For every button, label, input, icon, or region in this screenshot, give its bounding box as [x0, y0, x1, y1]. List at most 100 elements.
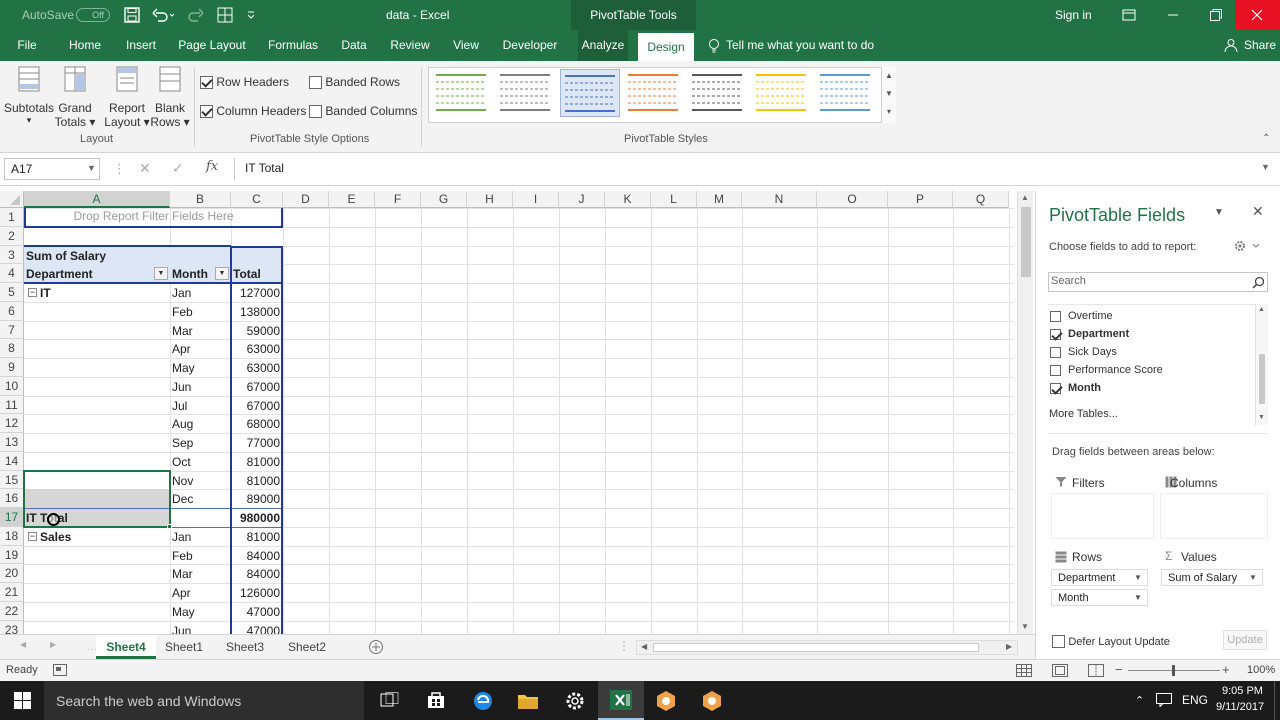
- pivot-style-thumbnail[interactable]: [624, 69, 684, 117]
- tab-data[interactable]: Data: [338, 30, 370, 61]
- confirm-entry-icon[interactable]: ✓: [172, 160, 184, 177]
- gallery-scroll[interactable]: ▲ ▼ ▾: [881, 67, 896, 123]
- prev-sheet-icon[interactable]: ◀: [20, 640, 26, 649]
- normal-view-icon[interactable]: [1016, 664, 1032, 677]
- tab-analyze[interactable]: Analyze: [578, 30, 628, 61]
- pivot-row-value[interactable]: 89000: [231, 490, 283, 509]
- tab-split-icon[interactable]: ⋮: [618, 639, 630, 653]
- edge-browser-icon[interactable]: [472, 690, 494, 712]
- banded-rows-check[interactable]: [309, 76, 322, 90]
- close-window-button[interactable]: [1235, 0, 1280, 30]
- column-header-a[interactable]: A: [24, 191, 170, 208]
- update-button[interactable]: Update: [1223, 630, 1267, 650]
- show-hidden-icons[interactable]: ⌃: [1135, 694, 1144, 707]
- field-list-scrollbar[interactable]: ▲ ▼: [1255, 304, 1268, 425]
- row-header-8[interactable]: 8: [0, 339, 24, 358]
- expand-formula-icon[interactable]: ▼: [1261, 162, 1270, 172]
- chevron-down-icon[interactable]: ▼: [1134, 593, 1142, 602]
- pivot-row-value[interactable]: 127000: [231, 284, 283, 303]
- row-header-2[interactable]: 2: [0, 226, 24, 246]
- macro-record-icon[interactable]: [53, 664, 67, 676]
- pivot-row-value[interactable]: 126000: [231, 584, 283, 603]
- pivot-row-month[interactable]: Apr: [170, 584, 231, 603]
- field-item-performance-score[interactable]: Performance Score: [1050, 364, 1250, 381]
- pivot-style-thumbnail[interactable]: [816, 69, 876, 117]
- windows-start-icon[interactable]: [14, 692, 31, 709]
- fill-handle[interactable]: [167, 523, 172, 529]
- pivot-style-thumbnail[interactable]: [560, 69, 620, 117]
- pivot-row-value[interactable]: 47000: [231, 622, 283, 635]
- app-icon-orange[interactable]: [655, 690, 677, 712]
- pivot-it-total-value[interactable]: 980000: [231, 509, 283, 528]
- column-header-e[interactable]: E: [329, 191, 375, 208]
- defer-layout-check[interactable]: [1052, 635, 1065, 649]
- pivot-style-thumbnail[interactable]: [688, 69, 748, 117]
- formula-input[interactable]: IT Total ▼: [234, 158, 1274, 180]
- pivot-style-thumbnail[interactable]: [752, 69, 812, 117]
- pivot-row-month[interactable]: Jul: [170, 397, 231, 416]
- input-language[interactable]: ENG: [1182, 693, 1208, 707]
- pivot-row-value[interactable]: 81000: [231, 472, 283, 491]
- pane-options-icon[interactable]: ▼: [1214, 207, 1224, 218]
- ribbon-display-options-icon[interactable]: [1122, 8, 1136, 22]
- pivot-row-department-it[interactable]: IT: [24, 284, 170, 303]
- column-header-c[interactable]: C: [231, 191, 283, 208]
- field-checkbox[interactable]: [1050, 365, 1061, 376]
- pivot-row-value[interactable]: 77000: [231, 434, 283, 453]
- minimize-icon[interactable]: [1166, 8, 1180, 22]
- sheet-tab-sheet4[interactable]: Sheet4: [96, 635, 156, 659]
- pivot-row-value[interactable]: 63000: [231, 340, 283, 359]
- store-icon[interactable]: [426, 690, 446, 710]
- cancel-entry-icon[interactable]: ✕: [139, 160, 151, 177]
- pivot-row-month[interactable]: Jun: [170, 378, 231, 397]
- scroll-thumb[interactable]: [1021, 207, 1031, 277]
- pivot-row-value[interactable]: 67000: [231, 378, 283, 397]
- column-header-i[interactable]: I: [513, 191, 559, 208]
- row-header-17[interactable]: 17: [0, 508, 24, 527]
- column-header-j[interactable]: J: [559, 191, 605, 208]
- clock-time[interactable]: 9:05 PM: [1222, 685, 1263, 697]
- row-header-4[interactable]: 4: [0, 264, 24, 283]
- column-header-d[interactable]: D: [283, 191, 329, 208]
- row-header-14[interactable]: 14: [0, 451, 24, 471]
- pivot-row-month[interactable]: Dec: [170, 490, 231, 509]
- pivot-row-value[interactable]: 84000: [231, 547, 283, 566]
- column-header-p[interactable]: P: [888, 191, 953, 208]
- tab-review[interactable]: Review: [388, 30, 432, 61]
- pivot-row-month[interactable]: Aug: [170, 415, 231, 434]
- insert-function-icon[interactable]: fx: [206, 159, 218, 174]
- zoom-level[interactable]: 100%: [1247, 664, 1275, 676]
- banded-columns-checkbox[interactable]: Banded Columns: [309, 104, 417, 119]
- rows-field-department[interactable]: Department ▼: [1051, 569, 1148, 586]
- tab-view[interactable]: View: [450, 30, 482, 61]
- sheet-tab-sheet3[interactable]: Sheet3: [218, 635, 272, 659]
- chevron-down-icon[interactable]: ▼: [1134, 573, 1142, 582]
- pivot-row-value[interactable]: 67000: [231, 397, 283, 416]
- field-search-input[interactable]: Search: [1048, 272, 1268, 292]
- pivot-row-month[interactable]: May: [170, 359, 231, 378]
- rows-field-month[interactable]: Month ▼: [1051, 589, 1148, 606]
- pivot-row-month[interactable]: Feb: [170, 303, 231, 322]
- column-header-g[interactable]: G: [421, 191, 467, 208]
- customize-qat-icon[interactable]: [246, 7, 256, 23]
- subtotals-button[interactable]: Subtotals ▾: [4, 65, 54, 131]
- autosave-toggle[interactable]: Off: [76, 8, 110, 22]
- column-headers-check[interactable]: [200, 105, 213, 119]
- pivot-row-value[interactable]: 81000: [231, 528, 283, 547]
- field-item-department[interactable]: Department: [1050, 328, 1250, 345]
- zoom-in-icon[interactable]: +: [1222, 662, 1230, 677]
- undo-icon[interactable]: [152, 7, 174, 23]
- pivot-row-month[interactable]: Nov: [170, 472, 231, 491]
- pivot-row-month[interactable]: May: [170, 603, 231, 622]
- row-header-3[interactable]: 3: [0, 245, 24, 265]
- field-checkbox[interactable]: [1050, 383, 1061, 394]
- row-header-12[interactable]: 12: [0, 414, 24, 433]
- vertical-scrollbar[interactable]: ▲ ▼: [1017, 191, 1033, 634]
- excel-taskbar-button[interactable]: [598, 681, 644, 720]
- row-header-11[interactable]: 11: [0, 395, 24, 415]
- pivot-row-month[interactable]: Oct: [170, 453, 231, 472]
- page-layout-view-icon[interactable]: [1052, 664, 1068, 677]
- chevron-down-icon[interactable]: ▼: [1249, 573, 1257, 582]
- show-desktop-button[interactable]: [1274, 681, 1280, 720]
- row-header-20[interactable]: 20: [0, 564, 24, 583]
